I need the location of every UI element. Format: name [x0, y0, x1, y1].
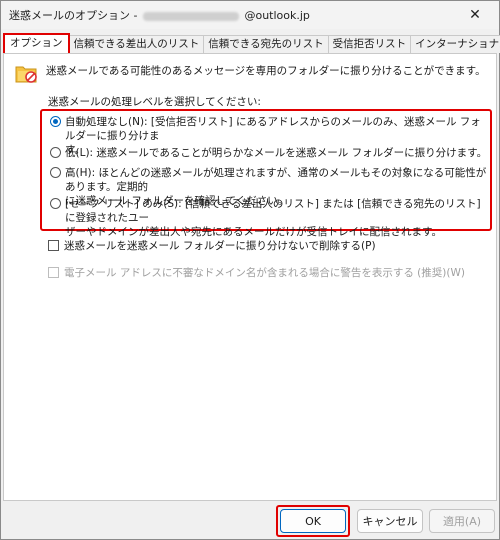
- radio-low[interactable]: [50, 147, 61, 158]
- tab-options[interactable]: オプション: [3, 33, 70, 53]
- junk-mail-options-dialog: 迷惑メールのオプション - @outlook.jp ✕ オプション 信頼できる差…: [0, 0, 500, 540]
- options-panel: 迷惑メールである可能性のあるメッセージを専用のフォルダーに振り分けることができま…: [3, 53, 497, 501]
- level-heading: 迷惑メールの処理レベルを選択してください:: [48, 96, 261, 108]
- tab-blocked-senders[interactable]: 受信拒否リスト: [327, 35, 412, 53]
- cancel-button[interactable]: キャンセル: [357, 509, 423, 533]
- tab-international[interactable]: インターナショナル: [410, 35, 500, 53]
- delete-junk-label: 迷惑メールを迷惑メール フォルダーに振り分けないで削除する(P): [64, 240, 376, 252]
- window-title-suffix: @outlook.jp: [244, 9, 310, 22]
- apply-button: 適用(A): [429, 509, 495, 533]
- level-low[interactable]: 低(L): 迷惑メールであることが明らかなメールを迷惑メール フォルダーに振り分…: [50, 146, 488, 160]
- ok-button[interactable]: OK: [280, 509, 346, 533]
- intro-text: 迷惑メールである可能性のあるメッセージを専用のフォルダーに振り分けることができま…: [46, 65, 486, 77]
- close-button[interactable]: ✕: [457, 3, 493, 27]
- level-safe-lists-only-label: [セーフ リスト] のみ(S): [信頼できる差出人のリスト] または [信頼で…: [65, 198, 481, 238]
- warn-domain-checkbox: [48, 267, 59, 278]
- radio-no-automatic[interactable]: [50, 116, 61, 127]
- delete-junk-checkbox[interactable]: [48, 240, 59, 251]
- protection-level-group: 自動処理なし(N): [受信拒否リスト] にあるアドレスからのメールのみ、迷惑メ…: [40, 109, 492, 238]
- radio-safe-lists-only[interactable]: [50, 198, 61, 209]
- tab-strip: オプション 信頼できる差出人のリスト 信頼できる宛先のリスト 受信拒否リスト イ…: [3, 33, 500, 53]
- warn-domain-option: 電子メール アドレスに不審なドメイン名が含まれる場合に警告を表示する (推奨)(…: [48, 265, 465, 280]
- close-icon: ✕: [469, 7, 481, 23]
- tab-safe-senders[interactable]: 信頼できる差出人のリスト: [68, 35, 205, 53]
- level-safe-lists-only[interactable]: [セーフ リスト] のみ(S): [信頼できる差出人のリスト] または [信頼で…: [50, 197, 488, 239]
- tab-safe-recipients[interactable]: 信頼できる宛先のリスト: [203, 35, 329, 53]
- level-low-label: 低(L): 迷惑メールであることが明らかなメールを迷惑メール フォルダーに振り分…: [65, 147, 488, 159]
- radio-high[interactable]: [50, 167, 61, 178]
- title-bar: 迷惑メールのオプション - @outlook.jp ✕: [1, 1, 499, 29]
- redacted-email-user: [142, 11, 239, 21]
- window-title: 迷惑メールのオプション - @outlook.jp: [9, 7, 310, 23]
- delete-junk-option[interactable]: 迷惑メールを迷惑メール フォルダーに振り分けないで削除する(P): [48, 238, 376, 253]
- window-title-prefix: 迷惑メールのオプション -: [9, 9, 138, 22]
- warn-domain-label: 電子メール アドレスに不審なドメイン名が含まれる場合に警告を表示する (推奨)(…: [64, 267, 465, 279]
- junk-mail-folder-icon: [15, 66, 37, 83]
